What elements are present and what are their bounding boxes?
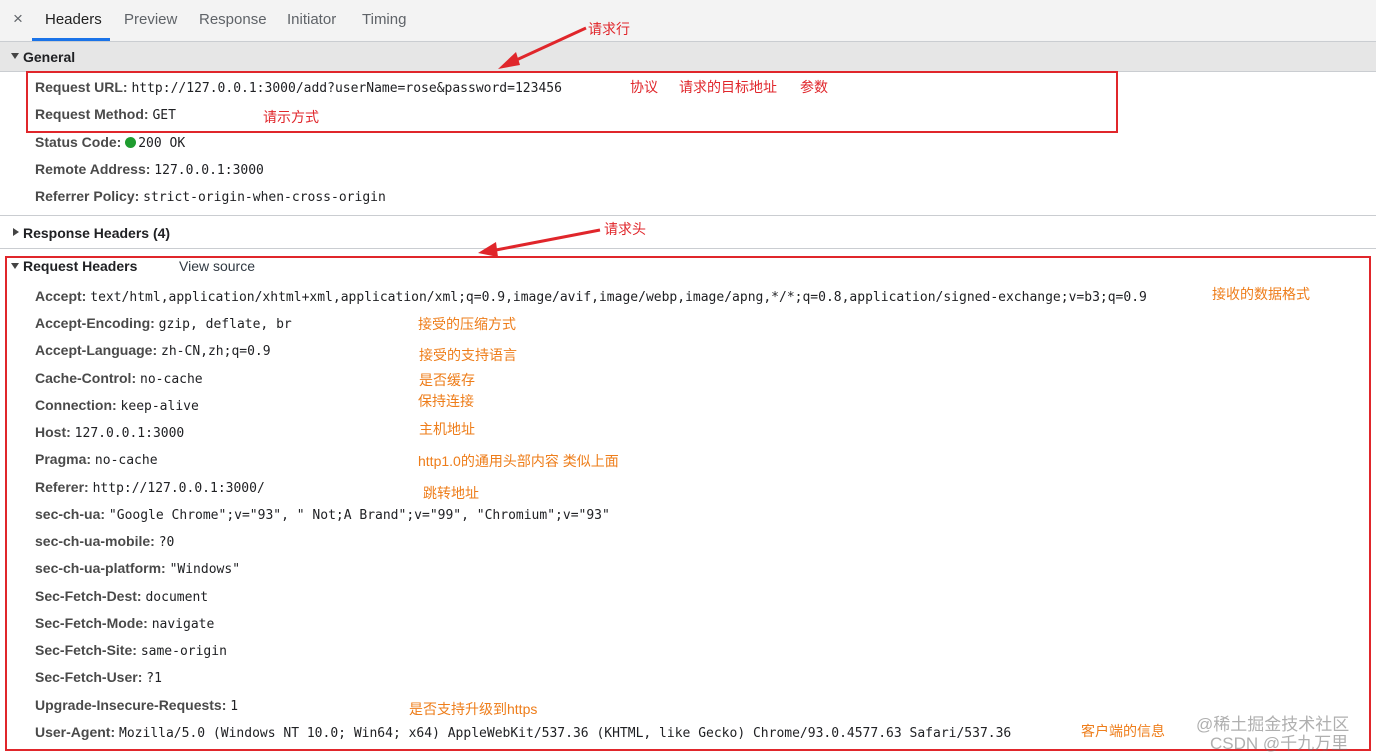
annotation-language: 接受的支持语言 [419,347,517,363]
arrow-request-line-icon [511,26,587,64]
annotation-target: 请求的目标地址 [679,79,777,95]
annotation-upgrade: 是否支持升级到https [409,701,538,717]
annotation-protocol: 协议 [630,79,658,95]
annotation-cache: 是否缓存 [419,372,475,388]
annotation-host: 主机地址 [419,421,475,437]
annotation-request-line: 请求行 [588,21,630,37]
annotation-arrows [478,26,601,257]
annotation-connection: 保持连接 [418,393,474,409]
annotation-referer: 跳转地址 [423,485,479,501]
annotation-encoding: 接受的压缩方式 [418,316,516,332]
arrow-request-head-icon [495,228,601,252]
arrow-head-icon [478,242,498,257]
annotation-params: 参数 [800,79,828,95]
annotation-pragma: http1.0的通用头部内容 类似上面 [418,453,619,469]
annotation-ua: 客户端的信息 [1081,723,1165,739]
annotation-method: 请示方式 [263,109,319,125]
annotation-accept: 接收的数据格式 [1212,286,1310,302]
watermark-line2: CSDN @千九万里 [1210,734,1349,753]
annotation-request-head: 请求头 [604,221,646,237]
arrow-head-icon [498,52,520,69]
